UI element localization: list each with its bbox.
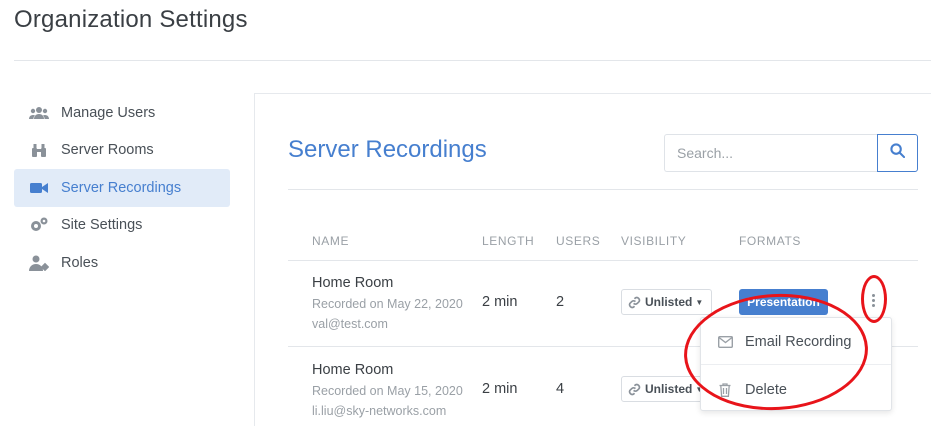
recording-users: 4 bbox=[556, 381, 565, 397]
sidebar-item-server-rooms[interactable]: Server Rooms bbox=[14, 132, 230, 170]
annotation-circle-kebab bbox=[861, 275, 887, 323]
table-header-divider bbox=[288, 260, 918, 261]
visibility-dropdown[interactable]: Unlisted ▼ bbox=[621, 289, 712, 315]
search-input[interactable] bbox=[664, 134, 877, 172]
sidebar-item-label: Site Settings bbox=[61, 217, 143, 234]
recording-name: Home Room bbox=[312, 275, 394, 291]
top-divider bbox=[14, 60, 931, 61]
recording-length: 2 min bbox=[482, 381, 518, 397]
recording-date: Recorded on May 15, 2020 bbox=[312, 384, 463, 398]
column-header-visibility: VISIBILITY bbox=[621, 234, 687, 248]
recording-owner: li.liu@sky-networks.com bbox=[312, 404, 447, 418]
recording-date: Recorded on May 22, 2020 bbox=[312, 297, 463, 311]
sidebar-item-label: Server Rooms bbox=[61, 142, 154, 159]
search-button[interactable] bbox=[877, 134, 918, 172]
recording-length: 2 min bbox=[482, 294, 518, 310]
column-header-length: LENGTH bbox=[482, 234, 535, 248]
link-icon bbox=[628, 296, 641, 309]
search-icon bbox=[890, 143, 906, 163]
sidebar: Manage Users Server Rooms Server Recordi… bbox=[14, 94, 230, 282]
binoculars-icon bbox=[29, 142, 49, 158]
column-header-formats: FORMATS bbox=[739, 234, 801, 248]
visibility-label: Unlisted bbox=[645, 382, 693, 396]
video-camera-icon bbox=[29, 180, 49, 196]
visibility-label: Unlisted bbox=[645, 295, 693, 309]
section-title: Server Recordings bbox=[288, 136, 487, 163]
caret-down-icon: ▼ bbox=[695, 297, 704, 307]
recording-owner: val@test.com bbox=[312, 317, 388, 331]
user-tag-icon bbox=[29, 255, 49, 271]
search-bar bbox=[664, 134, 918, 172]
title-divider bbox=[288, 189, 918, 190]
sidebar-item-roles[interactable]: Roles bbox=[14, 244, 230, 282]
sidebar-item-label: Manage Users bbox=[61, 104, 156, 121]
sidebar-item-server-recordings[interactable]: Server Recordings bbox=[14, 169, 230, 207]
recording-users: 2 bbox=[556, 294, 565, 310]
link-icon bbox=[628, 383, 641, 396]
sidebar-item-manage-users[interactable]: Manage Users bbox=[14, 94, 230, 132]
sidebar-item-label: Server Recordings bbox=[61, 179, 182, 196]
recording-name: Home Room bbox=[312, 362, 394, 378]
column-header-name: NAME bbox=[312, 234, 350, 248]
users-icon bbox=[29, 105, 49, 121]
sidebar-item-site-settings[interactable]: Site Settings bbox=[14, 207, 230, 245]
page-title: Organization Settings bbox=[14, 6, 248, 33]
gears-icon bbox=[29, 217, 49, 233]
column-header-users: USERS bbox=[556, 234, 601, 248]
sidebar-item-label: Roles bbox=[61, 254, 99, 271]
